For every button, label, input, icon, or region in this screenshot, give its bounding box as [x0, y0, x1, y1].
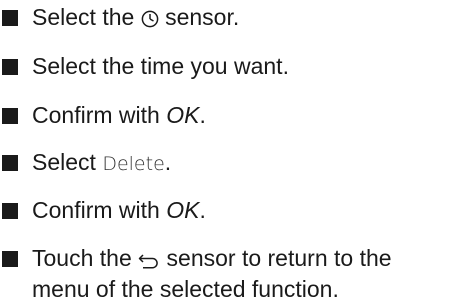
step-text: Select Delete. [32, 149, 172, 175]
bullet-square [2, 59, 18, 75]
back-arrow-icon [138, 247, 160, 275]
step-text: Confirm with OK. [32, 197, 206, 223]
step-text: Select the time you want. [32, 53, 289, 79]
step-text: Select the sensor. [32, 3, 239, 34]
clock-icon [141, 6, 159, 34]
bullet-square [2, 10, 18, 26]
bullet-square [2, 155, 18, 171]
step-text: Touch the sensor to return to the menu of… [32, 245, 392, 302]
step-text: Confirm with OK. [32, 102, 206, 128]
delete-menu-label: Delete [102, 153, 165, 175]
bullet-square [2, 251, 18, 267]
bullet-square [2, 203, 18, 219]
bullet-square [2, 108, 18, 124]
